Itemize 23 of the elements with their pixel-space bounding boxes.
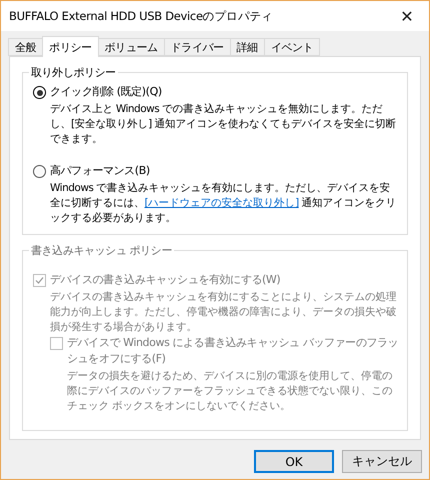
tab[interactable]: イベント — [264, 38, 320, 56]
radio-label: 高パフォーマンス(B) — [50, 163, 150, 179]
link[interactable]: [ハードウェアの安全な取り外し] — [144, 197, 299, 209]
dialog-button[interactable]: OK — [254, 450, 334, 473]
option-description: デバイス上と Windows での書き込みキャッシュを無効にします。ただし、[安全な取り外し] 通知アイコンを使わなくてもデバイスを安全に切断できます。 — [50, 102, 398, 147]
tab[interactable]: 詳細 — [230, 38, 265, 56]
close-button[interactable]: ✕ — [385, 1, 429, 31]
window-title: BUFFALO External HDD USB Deviceのプロパティ — [9, 8, 273, 24]
tab[interactable]: 全般 — [8, 38, 44, 56]
option-description: データの損失を避けるため、デバイスに別の電源を使用して、停電の際にデバイスのバッファーをフラッシュできる状態でない限り、このチェック ボックスをオンにしないでください。 — [67, 369, 394, 414]
radio-label: クイック削除 (既定)(Q) — [50, 84, 162, 100]
dialog-button[interactable]: キャンセル — [342, 450, 422, 473]
option-description: デバイスの書き込みキャッシュを有効にすることにより、システムの処理能力が向上します。ただし、停電や機器の障害により、データの損失や破損が発生する場合があります。 — [50, 290, 398, 335]
tab[interactable]: ボリューム — [98, 38, 165, 56]
radio-button[interactable] — [33, 165, 46, 178]
checkbox-label: デバイスで Windows による書き込みキャッシュ バッファーのフラッシュをオフにする(F) — [67, 335, 399, 367]
option-description: Windows で書き込みキャッシュを有効にします。ただし、デバイスを安全に切断するには、[ハードウェアの安全な取り外し] 通知アイコンをクリックする必要があります。 — [50, 181, 398, 226]
group-title: 書き込みキャッシュ ポリシー — [30, 243, 173, 258]
group-title: 取り外しポリシー — [30, 65, 117, 80]
tab[interactable]: ポリシー — [42, 36, 99, 57]
checkbox-label: デバイスの書き込みキャッシュを有効にする(W) — [50, 272, 280, 288]
radio-button[interactable] — [33, 86, 46, 99]
tab[interactable]: ドライバー — [164, 38, 231, 56]
